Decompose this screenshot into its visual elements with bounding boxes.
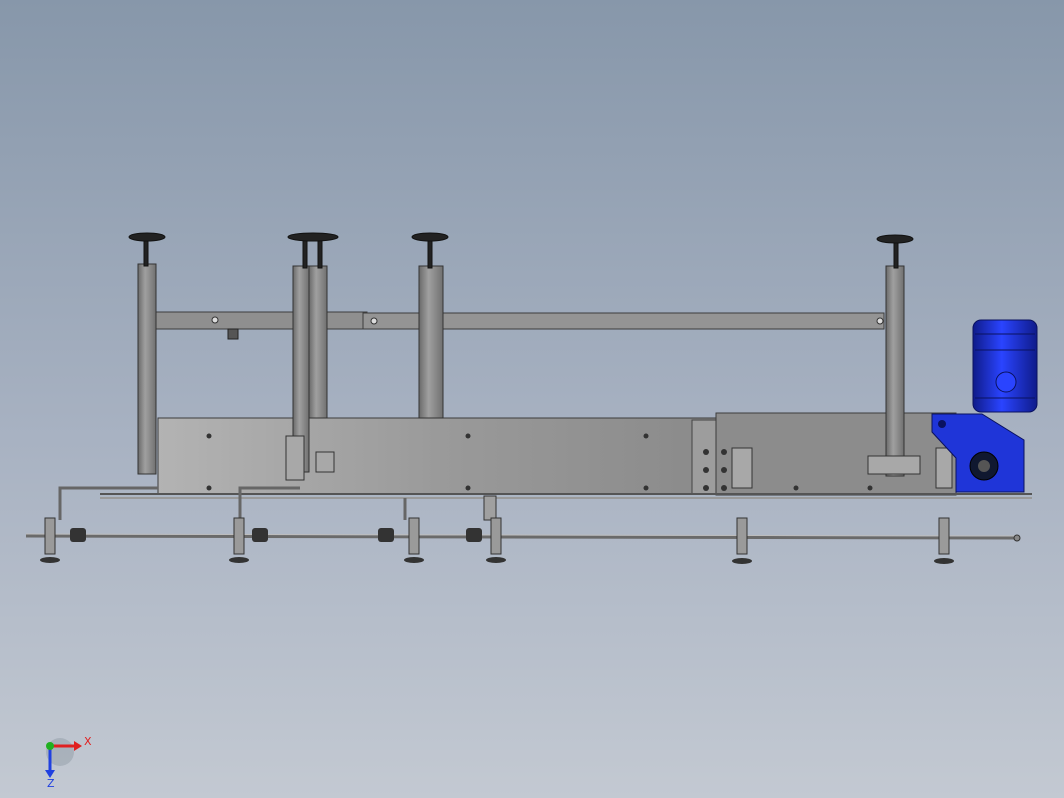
cad-viewport[interactable]: X Z [0,0,1064,798]
guide-rail [25,486,1021,542]
x-axis-label: X [84,735,92,748]
coordinate-triad [45,738,82,778]
upper-rail [151,311,885,340]
z-axis-label: Z [47,777,55,790]
conveyor-model-view [25,232,1038,778]
leveling-feet [128,232,914,269]
pedestal-feet [40,517,954,564]
